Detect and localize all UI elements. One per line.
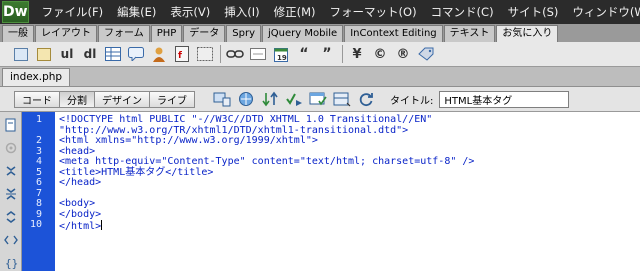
user-icon[interactable] — [150, 45, 168, 63]
show-code-navigator-icon[interactable] — [4, 141, 18, 155]
toolbar-divider-2 — [342, 45, 343, 63]
copyright-icon[interactable]: © — [371, 45, 389, 63]
line-number: 10 — [29, 219, 42, 230]
tab-common[interactable]: 一般 — [2, 25, 34, 42]
line-number: 1 — [35, 114, 42, 125]
document-title-input[interactable] — [439, 90, 570, 108]
image-placeholder-icon[interactable] — [35, 45, 53, 63]
registered-icon[interactable]: ® — [394, 45, 412, 63]
multiscreen-icon[interactable] — [212, 90, 232, 108]
document-tabs: index.php — [0, 67, 640, 87]
tab-php[interactable]: PHP — [150, 25, 183, 42]
code-editor[interactable]: <!DOCTYPE html PUBLIC "-//W3C//DTD XHTML… — [55, 112, 640, 271]
file-management-icon[interactable] — [260, 90, 280, 108]
document-tab[interactable]: index.php — [2, 68, 71, 86]
yen-icon[interactable]: ¥ — [348, 45, 366, 63]
menu-bar: Dw ファイル(F) 編集(E) 表示(V) 挿入(I) 修正(M) フォーマッ… — [0, 0, 640, 24]
tag-icon[interactable] — [417, 45, 435, 63]
balance-braces-icon[interactable]: {} — [4, 256, 18, 270]
left-quote-icon[interactable]: “ — [295, 45, 313, 63]
text-caret — [101, 220, 103, 230]
code-line[interactable]: <body> — [59, 198, 95, 210]
insert-toolbar: ul dl f 19 “ ” ¥ © ® — [0, 42, 640, 67]
tab-data[interactable]: データ — [183, 25, 226, 42]
code-line-text[interactable]: </html> — [59, 221, 101, 232]
visual-aids-icon[interactable] — [332, 90, 352, 108]
svg-text:{}: {} — [5, 257, 18, 270]
right-quote-icon[interactable]: ” — [318, 45, 336, 63]
document-toolbar: コード 分割 デザイン ライブ タイトル: — [0, 87, 640, 112]
comment-icon[interactable] — [127, 45, 145, 63]
menu-edit[interactable]: 編集(E) — [110, 4, 163, 20]
menu-commands[interactable]: コマンド(C) — [424, 4, 501, 20]
menu-window[interactable]: ウィンドウ(W) — [565, 4, 640, 20]
menu-modify[interactable]: 修正(M) — [267, 4, 323, 20]
collapse-full-tag-icon[interactable] — [4, 164, 18, 178]
code-line-last[interactable]: </html> — [59, 220, 103, 233]
tab-spry[interactable]: Spry — [226, 25, 262, 42]
validate-markup-icon[interactable] — [284, 90, 304, 108]
menu-file[interactable]: ファイル(F) — [35, 4, 111, 20]
tab-favorites[interactable]: お気に入り — [496, 25, 559, 42]
tab-layout[interactable]: レイアウト — [35, 25, 97, 42]
menu-site[interactable]: サイト(S) — [501, 4, 566, 20]
insert-panel-tabs: 一般 レイアウト フォーム PHP データ Spry jQuery Mobile… — [0, 24, 640, 42]
spacer-icon[interactable] — [249, 45, 267, 63]
menu-insert[interactable]: 挿入(I) — [217, 4, 266, 20]
split-view-button[interactable]: 分割 — [59, 90, 95, 108]
tab-text[interactable]: テキスト — [443, 25, 496, 42]
date-icon[interactable]: 19 — [272, 45, 290, 63]
line-number: 2 — [35, 135, 42, 146]
code-line[interactable]: </body> — [59, 209, 101, 221]
tab-incontext-editing[interactable]: InContext Editing — [344, 25, 443, 42]
link-icon[interactable] — [226, 45, 244, 63]
design-view-button[interactable]: デザイン — [94, 90, 150, 108]
definition-list-icon[interactable]: dl — [81, 45, 99, 63]
line-number: 4 — [35, 156, 42, 167]
live-view-button[interactable]: ライブ — [149, 90, 195, 108]
code-view-button[interactable]: コード — [14, 90, 60, 108]
div-icon[interactable] — [196, 45, 214, 63]
menu-view[interactable]: 表示(V) — [163, 4, 217, 20]
refresh-design-icon[interactable] — [356, 90, 376, 108]
code-line[interactable]: <!DOCTYPE html PUBLIC "-//W3C//DTD XHTML… — [59, 114, 432, 126]
title-label: タイトル: — [390, 95, 434, 107]
open-documents-icon[interactable] — [4, 118, 18, 132]
preview-browser-icon[interactable] — [236, 90, 256, 108]
svg-text:19: 19 — [277, 54, 287, 62]
browser-compatibility-icon[interactable] — [308, 90, 328, 108]
code-line[interactable]: <meta http-equiv="Content-Type" content=… — [59, 156, 474, 168]
image-icon[interactable] — [12, 45, 30, 63]
table-icon[interactable] — [104, 45, 122, 63]
code-line[interactable]: </head> — [59, 177, 101, 189]
collapse-selection-icon[interactable] — [4, 187, 18, 201]
line-number-gutter: 1 2 3 4 5 6 7 8 9 10 — [22, 112, 55, 271]
line-number: 8 — [35, 198, 42, 209]
menu-format[interactable]: フォーマット(O) — [323, 4, 424, 20]
expand-all-icon[interactable] — [4, 210, 18, 224]
flash-icon[interactable]: f — [173, 45, 191, 63]
tab-forms[interactable]: フォーム — [98, 25, 150, 42]
code-line[interactable]: <html xmlns="http://www.w3.org/1999/xhtm… — [59, 135, 318, 147]
unordered-list-icon[interactable]: ul — [58, 45, 76, 63]
line-number: 6 — [35, 177, 42, 188]
toolbar-divider — [220, 45, 221, 63]
select-parent-tag-icon[interactable] — [3, 233, 18, 247]
dreamweaver-logo: Dw — [2, 1, 29, 23]
coding-toolbar: {} — [0, 112, 22, 271]
svg-text:f: f — [178, 51, 182, 61]
tab-jquery-mobile[interactable]: jQuery Mobile — [262, 25, 344, 42]
